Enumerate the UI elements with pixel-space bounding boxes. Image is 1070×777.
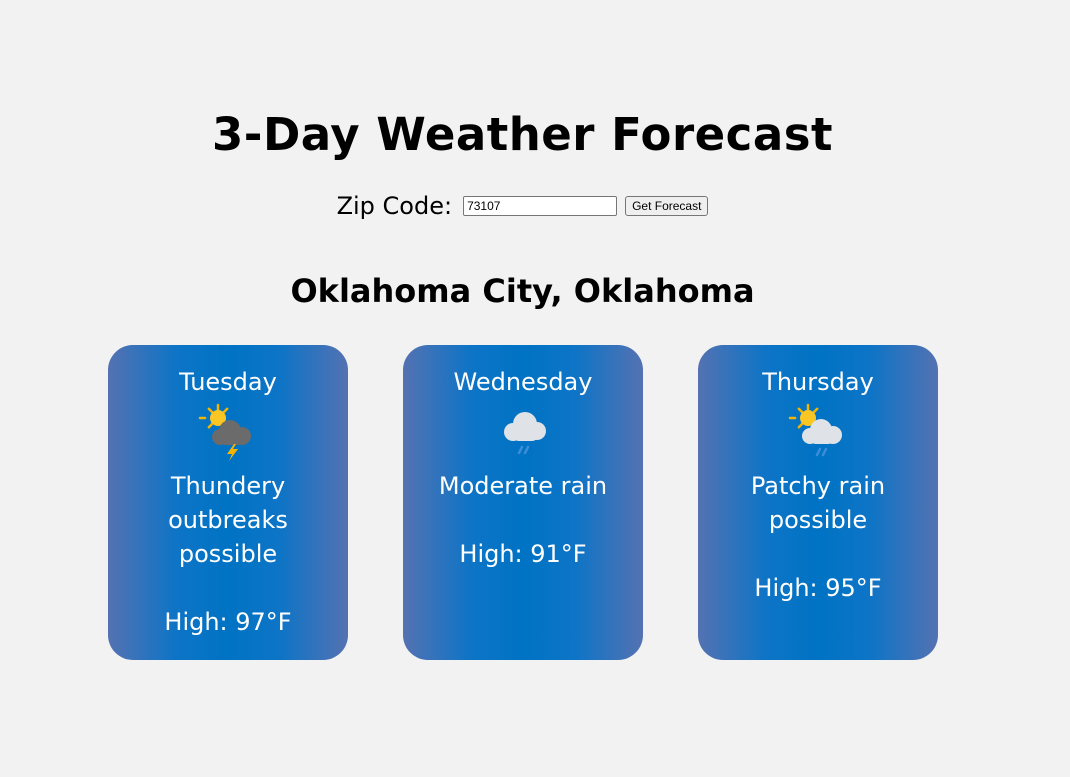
forecast-condition: Thundery outbreaks possible [168, 472, 288, 568]
forecast-card-wednesday: Wednesday Moderate rain High: 91°F [403, 345, 643, 660]
weather-page: 3-Day Weather Forecast Zip Code: Get For… [0, 0, 1070, 777]
forecast-day: Thursday [762, 368, 874, 396]
forecast-high: High: 91°F [459, 540, 587, 568]
forecast-high: High: 95°F [754, 574, 882, 602]
zip-form: Zip Code: Get Forecast [0, 192, 1045, 220]
forecast-cards: Tuesday Thundery outbreaks possible High… [108, 345, 938, 660]
forecast-condition: Patchy rain possible [750, 472, 886, 534]
rain-cloud-icon [504, 412, 546, 455]
thunderstorm-sun-icon [198, 403, 251, 461]
page-title: 3-Day Weather Forecast [211, 108, 834, 161]
get-forecast-button[interactable]: Get Forecast [625, 196, 709, 216]
forecast-high: High: 97°F [164, 608, 292, 636]
sun-rain-cloud-icon [788, 403, 842, 457]
forecast-day: Tuesday [179, 368, 277, 396]
forecast-card-tuesday: Tuesday Thundery outbreaks possible High… [108, 345, 348, 660]
forecast-condition: Moderate rain [438, 472, 608, 500]
zip-input[interactable] [463, 196, 618, 216]
forecast-day: Wednesday [453, 368, 593, 396]
location-title: Oklahoma City, Oklahoma [290, 272, 755, 310]
forecast-card-thursday: Thursday Patchy rain possible High: 95°F [698, 345, 938, 660]
zip-label: Zip Code: [336, 192, 453, 220]
